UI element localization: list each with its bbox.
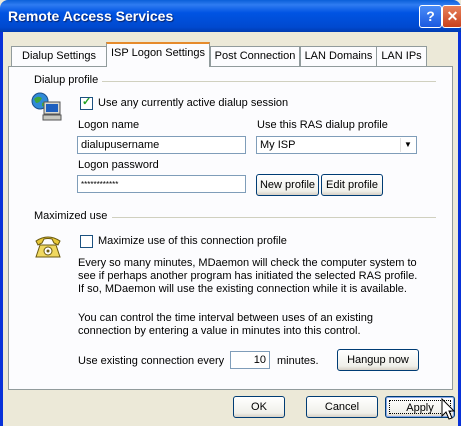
group-divider	[112, 217, 436, 218]
dialup-profile-group-label: Dialup profile	[34, 74, 103, 86]
maximize-use-label: Maximize use of this connection profile	[98, 235, 287, 247]
use-active-session-label: Use any currently active dialup session	[98, 97, 289, 109]
description-line: If so, MDaemon will use the existing con…	[78, 283, 407, 295]
interval-unit-label: minutes.	[277, 355, 319, 367]
ras-profile-label: Use this RAS dialup profile	[257, 119, 388, 131]
chevron-down-icon[interactable]: ▼	[400, 138, 415, 152]
mouse-pointer-icon	[441, 398, 456, 420]
logon-name-input[interactable]: dialupusername	[77, 136, 246, 154]
tab-label: ISP Logon Settings	[111, 47, 205, 59]
description-line: Every so many minutes, MDaemon will chec…	[78, 257, 417, 269]
ras-profile-value: My ISP	[260, 139, 296, 151]
maximized-use-group-label: Maximized use	[34, 210, 112, 222]
tab-label: LAN Domains	[304, 50, 373, 62]
tab-lan-domains[interactable]: LAN Domains	[300, 46, 377, 66]
logon-name-label: Logon name	[78, 119, 140, 131]
close-button[interactable]: ✕	[442, 5, 461, 28]
dialog-window: Remote Access Services ? ✕ Dialup Settin…	[0, 0, 461, 426]
hangup-now-button[interactable]: Hangup now	[337, 349, 419, 371]
logon-password-label: Logon password	[78, 159, 159, 171]
interval-description-line: connection by entering a value in minute…	[78, 325, 361, 337]
edit-profile-button[interactable]: Edit profile	[321, 174, 383, 196]
group-divider	[96, 81, 436, 82]
tab-label: Dialup Settings	[22, 50, 96, 62]
tab-label: Post Connection	[214, 50, 296, 62]
tab-isp-logon-settings[interactable]: ISP Logon Settings	[106, 42, 210, 67]
use-active-session-checkbox[interactable]: ✓	[80, 96, 93, 110]
cancel-button[interactable]: Cancel	[306, 396, 378, 418]
interval-label: Use existing connection every	[78, 355, 225, 367]
tab-lan-ips[interactable]: LAN IPs	[376, 46, 427, 66]
maximize-use-checkbox[interactable]	[80, 235, 93, 248]
window-title: Remote Access Services	[8, 8, 174, 24]
ras-profile-select[interactable]: My ISP ▼	[256, 136, 417, 154]
title-bar[interactable]: Remote Access Services ? ✕	[0, 0, 461, 32]
new-profile-button[interactable]: New profile	[256, 174, 319, 196]
logon-password-input[interactable]: ************	[77, 175, 246, 193]
telephone-icon	[35, 236, 61, 258]
tab-panel	[8, 66, 453, 390]
tab-post-connection[interactable]: Post Connection	[210, 46, 300, 66]
network-computer-icon	[31, 92, 62, 121]
window-frame-left	[0, 32, 3, 426]
tab-label: LAN IPs	[381, 50, 422, 62]
ok-button[interactable]: OK	[233, 396, 285, 418]
tab-dialup-settings[interactable]: Dialup Settings	[11, 46, 107, 66]
interval-minutes-input[interactable]: 10	[230, 351, 270, 369]
description-line: see if perhaps another program has initi…	[78, 270, 418, 282]
interval-description-line: You can control the time interval betwee…	[78, 312, 373, 324]
close-icon: ✕	[446, 8, 459, 24]
help-button[interactable]: ?	[419, 5, 442, 28]
checkmark-icon: ✓	[82, 96, 92, 108]
